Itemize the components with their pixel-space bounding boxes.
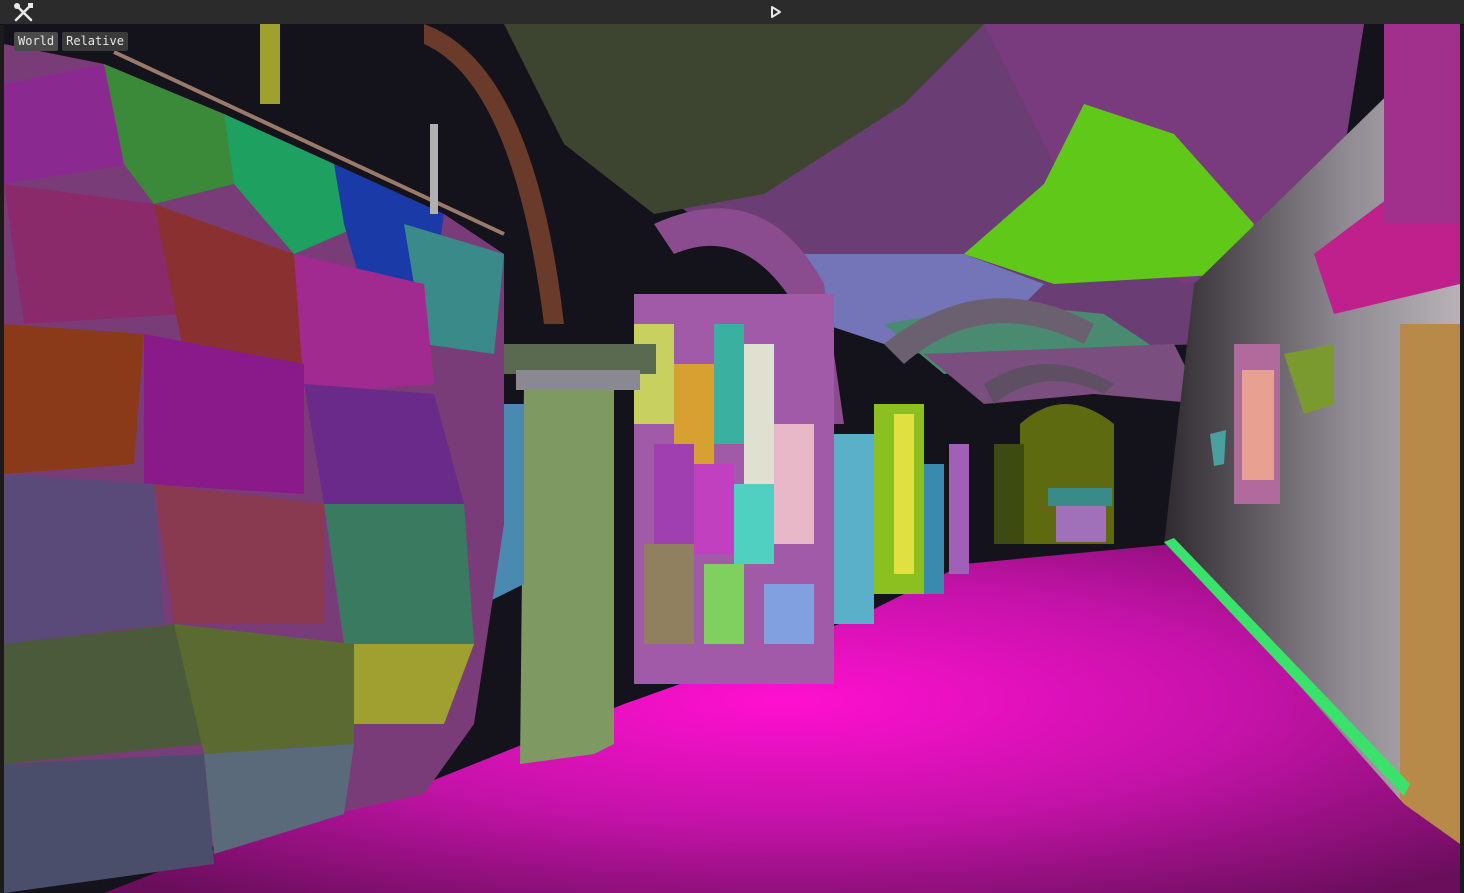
- scene-render: [4, 24, 1460, 893]
- play-button[interactable]: [764, 2, 788, 22]
- top-toolbar: [0, 0, 1464, 25]
- world-mode-button[interactable]: World: [14, 32, 59, 51]
- tools-icon: [14, 3, 33, 22]
- play-icon: [771, 6, 781, 18]
- tools-button[interactable]: [12, 2, 36, 22]
- space-mode-group: World Relative: [14, 32, 128, 51]
- relative-mode-button[interactable]: Relative: [62, 32, 128, 51]
- scene-viewport[interactable]: World Relative: [4, 24, 1460, 893]
